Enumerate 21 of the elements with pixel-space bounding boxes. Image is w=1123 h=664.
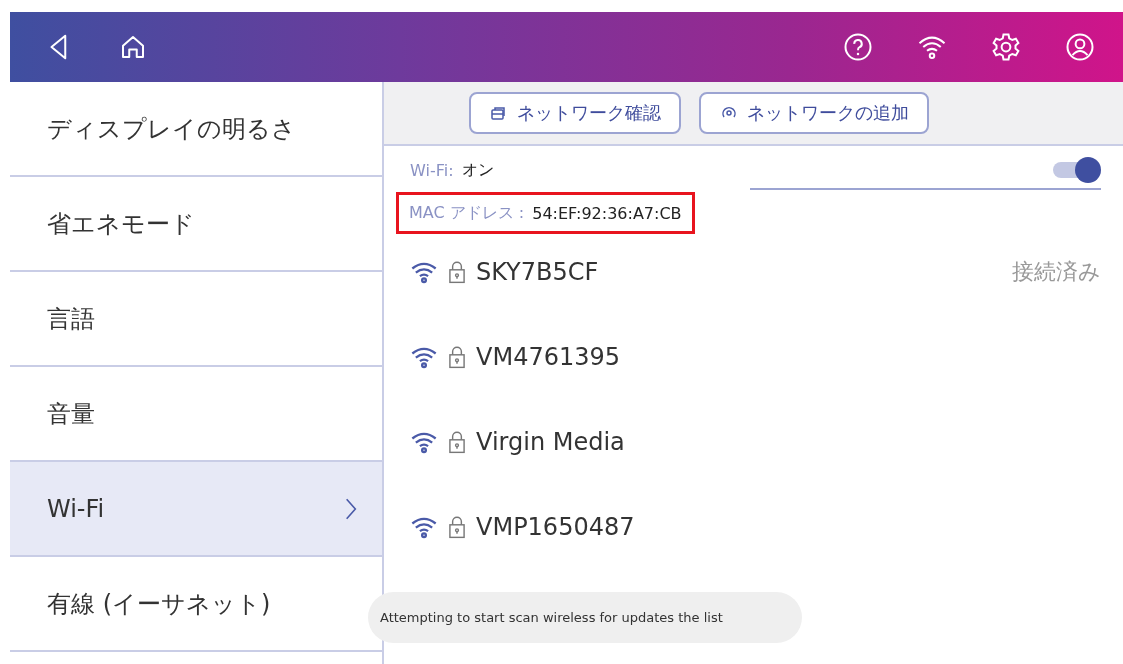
toolbar-button[interactable]: ネットワークの追加 bbox=[698, 92, 929, 134]
wifi-status: オン bbox=[461, 159, 494, 181]
toast-message: Attempting to start scan wireless for updates the list bbox=[368, 592, 802, 643]
network-name: SKY7B5CF bbox=[476, 257, 599, 286]
settings-icon[interactable] bbox=[991, 32, 1021, 62]
toolbar-button[interactable]: ネットワーク確認 bbox=[468, 92, 681, 134]
mac-address: 54:EF:92:36:A7:CB bbox=[532, 203, 682, 223]
account-icon[interactable] bbox=[1065, 32, 1095, 62]
network-item[interactable]: Virgin Media bbox=[410, 399, 1101, 484]
network-item[interactable]: VM4761395 bbox=[410, 314, 1101, 399]
network-name: VM4761395 bbox=[476, 342, 620, 371]
network-name: Virgin Media bbox=[476, 427, 625, 456]
help-icon[interactable] bbox=[843, 32, 873, 62]
mac-label: MAC アドレス : bbox=[409, 202, 525, 224]
network-item[interactable]: SKY7B5CF 接続済み bbox=[410, 229, 1101, 314]
connection-status: 接続済み bbox=[1012, 257, 1101, 286]
sidebar-item[interactable]: Wi-Fi bbox=[10, 462, 382, 557]
wifi-label: Wi-Fi: bbox=[410, 160, 454, 180]
wifi-toggle[interactable] bbox=[1053, 157, 1101, 183]
network-item[interactable]: VMP1650487 bbox=[410, 484, 1101, 569]
network-name: VMP1650487 bbox=[476, 512, 635, 541]
